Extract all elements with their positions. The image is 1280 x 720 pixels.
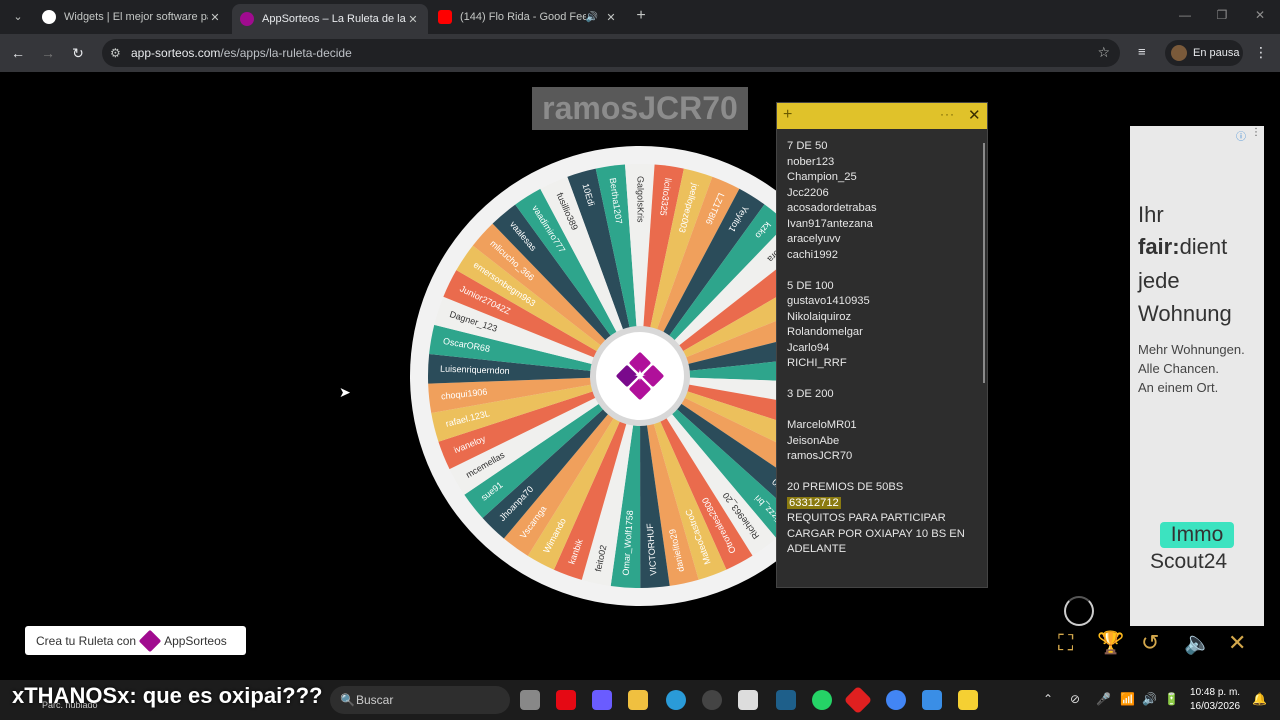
store-icon[interactable] bbox=[738, 690, 758, 710]
minimize-button[interactable]: — bbox=[1175, 8, 1195, 22]
app-icon[interactable] bbox=[776, 690, 796, 710]
advertisement[interactable]: ⓘ ⋮ Ihr fair:dient jede Wohnung Mehr Woh… bbox=[1130, 126, 1264, 626]
tab-appsorteos[interactable]: AppSorteos – La Ruleta de la S ✕ bbox=[232, 4, 428, 34]
page-content: ramosJCR70 10Edi Bertha1207 GalgoIsKris lic… bbox=[0, 72, 1280, 680]
microphone-icon[interactable]: 🎤 bbox=[1096, 692, 1111, 706]
search-placeholder: Buscar bbox=[356, 693, 394, 707]
avatar bbox=[1171, 45, 1187, 61]
appsorteos-logo-icon bbox=[138, 629, 162, 652]
file-explorer-icon[interactable] bbox=[628, 690, 648, 710]
ad-brand-immo: Immo bbox=[1160, 522, 1234, 548]
tab-bar: ⌄ Widgets | El mejor software pa ✕ AppSo… bbox=[0, 0, 1280, 34]
tab-search-button[interactable]: ⌄ bbox=[8, 8, 28, 26]
speaker-icon[interactable]: 🔊 bbox=[1142, 692, 1157, 706]
media-controls-icon[interactable]: ≡ bbox=[1138, 44, 1146, 59]
app-icon-2[interactable] bbox=[922, 690, 942, 710]
create-button-brand: AppSorteos bbox=[164, 633, 227, 648]
sticky-note-text[interactable]: 7 DE 50 nober123 Champion_25 Jcc2206 aco… bbox=[787, 139, 977, 558]
volume-icon[interactable]: 🔈 bbox=[1184, 630, 1211, 656]
tab-close-icon[interactable]: ✕ bbox=[604, 11, 618, 24]
youtube-favicon-icon bbox=[438, 10, 452, 24]
profile-button[interactable]: En pausa bbox=[1165, 40, 1243, 66]
mouse-cursor-icon: ➤ bbox=[339, 384, 351, 400]
ad-brand-scout: Scout24 bbox=[1150, 550, 1228, 573]
tray-network-off-icon[interactable]: ⊘ bbox=[1070, 692, 1080, 706]
more-options-icon[interactable]: ··· bbox=[940, 107, 955, 121]
url-text: app-sorteos.com/es/apps/la-ruleta-decide bbox=[131, 46, 352, 60]
wifi-icon[interactable]: 📶 bbox=[1120, 692, 1135, 706]
netflix-icon[interactable] bbox=[556, 690, 576, 710]
edge-icon[interactable] bbox=[666, 690, 686, 710]
tab-title: AppSorteos – La Ruleta de la S bbox=[262, 13, 406, 25]
widgets-favicon-icon bbox=[42, 10, 56, 24]
ad-line-4: Wohnung bbox=[1138, 301, 1232, 326]
sticky-notes-icon[interactable] bbox=[958, 690, 978, 710]
ad-line-1: Ihr bbox=[1138, 202, 1164, 227]
winner-name: ramosJCR70 bbox=[532, 87, 748, 130]
clock-date: 16/03/2026 bbox=[1190, 701, 1241, 712]
trophy-icon[interactable]: 🏆 bbox=[1097, 630, 1124, 656]
create-roulette-button[interactable]: Crea tu Ruleta con AppSorteos bbox=[25, 626, 246, 655]
taskbar-search[interactable]: 🔍 Buscar bbox=[330, 686, 510, 714]
ad-info-icon[interactable]: ⓘ bbox=[1236, 128, 1246, 143]
browser-menu-icon[interactable]: ⋮ bbox=[1254, 44, 1268, 61]
whatsapp-icon[interactable] bbox=[812, 690, 832, 710]
tray-chevron-icon[interactable]: ⌃ bbox=[1043, 692, 1053, 706]
stream-chat-caption: xTHANOSx: que es oxipai??? bbox=[12, 683, 323, 709]
ad-line-2: fair:dient bbox=[1138, 234, 1228, 259]
copilot-icon[interactable] bbox=[592, 690, 612, 710]
tab-close-icon[interactable]: ✕ bbox=[208, 11, 222, 24]
profile-label: En pausa bbox=[1193, 47, 1240, 59]
fullscreen-icon[interactable]: ⛶ bbox=[1058, 630, 1073, 656]
ad-small-1: Mehr Wohnungen. bbox=[1138, 342, 1245, 357]
reset-icon[interactable]: ↺ bbox=[1141, 630, 1159, 656]
bookmark-star-icon[interactable]: ☆ bbox=[1097, 44, 1110, 61]
site-info-icon[interactable]: ⚙ bbox=[110, 46, 121, 60]
back-button[interactable]: ← bbox=[9, 44, 27, 62]
forward-button[interactable]: → bbox=[39, 44, 57, 62]
notification-bell-icon[interactable]: 🔔 bbox=[1252, 692, 1267, 706]
loading-spinner-icon bbox=[1064, 596, 1094, 626]
ad-line-3: jede bbox=[1138, 268, 1180, 293]
chat-username: xTHANOSx bbox=[12, 683, 130, 708]
sticky-lines-a: 7 DE 50 nober123 Champion_25 Jcc2206 aco… bbox=[787, 140, 904, 493]
hub-sparkle-icon: ✦ bbox=[633, 368, 646, 385]
tab-title: (144) Flo Rida - Good Feelin bbox=[460, 11, 586, 23]
reload-button[interactable]: ↻ bbox=[69, 44, 87, 62]
tab-youtube[interactable]: (144) Flo Rida - Good Feelin 🔊 ✕ bbox=[430, 4, 626, 30]
ad-close-icon[interactable]: ⋮ bbox=[1251, 127, 1261, 138]
anydesk-icon[interactable] bbox=[843, 685, 873, 715]
audio-playing-icon[interactable]: 🔊 bbox=[586, 12, 598, 23]
browser-toolbar: ← → ↻ ⚙ app-sorteos.com/es/apps/la-rulet… bbox=[0, 34, 1280, 72]
tab-close-icon[interactable]: ✕ bbox=[406, 13, 420, 26]
chrome-icon[interactable] bbox=[886, 690, 906, 710]
close-note-icon[interactable]: ✕ bbox=[968, 106, 981, 124]
sticky-lines-b: REQUITOS PARA PARTICIPAR CARGAR POR OXIA… bbox=[787, 512, 965, 555]
clock-time: 10:48 p. m. bbox=[1190, 687, 1241, 698]
close-window-button[interactable]: ✕ bbox=[1250, 8, 1270, 22]
sticky-note[interactable]: + ··· ✕ 7 DE 50 nober123 Champion_25 Jcc… bbox=[776, 102, 988, 588]
appsorteos-favicon-icon bbox=[240, 12, 254, 26]
maximize-button[interactable]: ❐ bbox=[1212, 8, 1232, 22]
add-note-icon[interactable]: + bbox=[783, 106, 792, 124]
task-view-icon[interactable] bbox=[520, 690, 540, 710]
create-button-text: Crea tu Ruleta con bbox=[36, 633, 137, 648]
new-tab-button[interactable]: + bbox=[632, 7, 650, 25]
settings-icon[interactable] bbox=[702, 690, 722, 710]
address-bar[interactable]: ⚙ app-sorteos.com/es/apps/la-ruleta-deci… bbox=[102, 39, 1120, 67]
ad-small-3: An einem Ort. bbox=[1138, 380, 1219, 395]
tab-title: Widgets | El mejor software pa bbox=[64, 11, 208, 23]
sticky-highlight: 63312712 bbox=[787, 496, 841, 509]
battery-icon[interactable]: 🔋 bbox=[1164, 692, 1179, 706]
sticky-scrollbar[interactable] bbox=[983, 143, 985, 383]
clock[interactable]: 10:48 p. m. 16/03/2026 bbox=[1190, 686, 1240, 714]
wheel-segment-label: GalgoIsKris bbox=[635, 176, 645, 223]
chat-message: : que es oxipai??? bbox=[129, 683, 323, 708]
sticky-note-header: + ··· ✕ bbox=[777, 103, 987, 129]
close-fullscreen-icon[interactable]: ✕ bbox=[1228, 630, 1246, 656]
tab-widgets[interactable]: Widgets | El mejor software pa ✕ bbox=[34, 4, 230, 30]
ad-small-2: Alle Chancen. bbox=[1138, 361, 1219, 376]
search-icon: 🔍 bbox=[340, 693, 355, 707]
